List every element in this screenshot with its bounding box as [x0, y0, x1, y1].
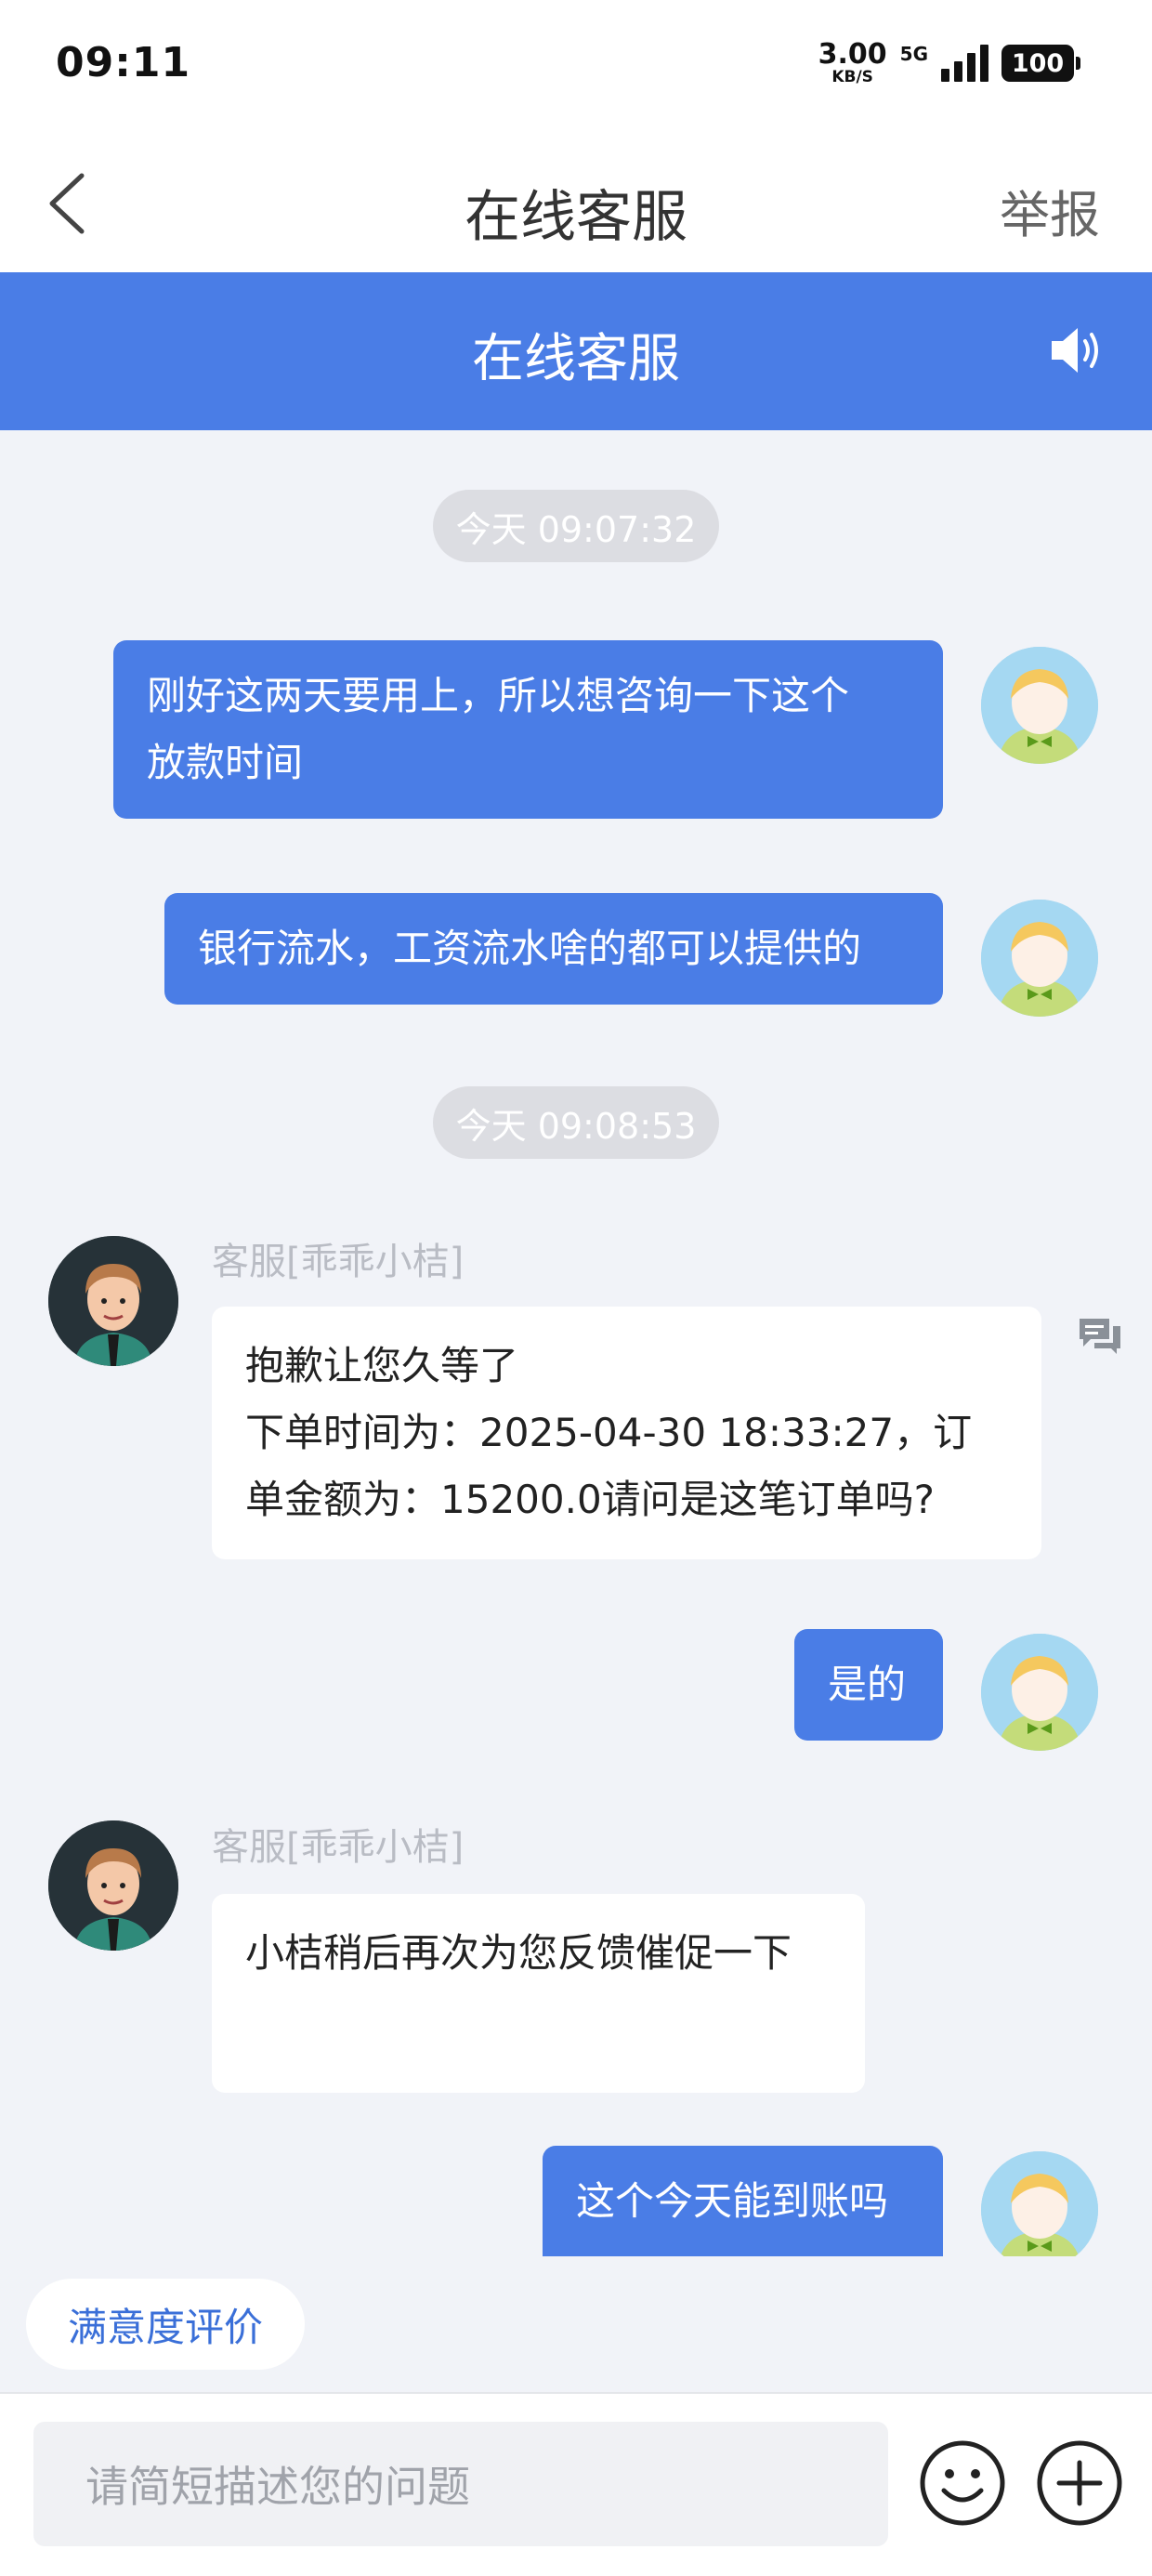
message-line: 抱歉让您久等了: [245, 1343, 519, 1388]
nav-bar: 在线客服 举报: [0, 135, 1152, 272]
agent-message-bubble: 小桔稍后再次为您反馈催促一下: [212, 1894, 865, 2093]
user-avatar-icon: [981, 647, 1098, 764]
agent-avatar-icon: [48, 1236, 178, 1366]
message-line: 银行流水，工资流水啥的都可以提供的: [198, 926, 862, 971]
user-avatar[interactable]: [981, 1634, 1098, 1751]
report-button[interactable]: 举报: [1000, 174, 1100, 247]
agent-name-label: 客服[乖乖小桔]: [212, 1241, 465, 1283]
signal-icon: [941, 45, 988, 82]
message-line: 刚好这两天要用上，所以想咨询一下这个: [147, 673, 850, 718]
network-speed-unit: KB/S: [831, 68, 873, 86]
user-message-bubble: 这个今天能到账吗: [543, 2146, 943, 2256]
plus-circle-icon: [1037, 2440, 1122, 2526]
speaker-button[interactable]: [1046, 322, 1104, 378]
message-list[interactable]: 今天 09:07:32 刚好这两天要用上，所以想咨询一下这个 放款时间 银行流水…: [0, 430, 1152, 2256]
chat-bubbles-button[interactable]: [1076, 1315, 1124, 1358]
message-line: 单金额为：15200.0请问是这笔订单吗?: [245, 1477, 935, 1522]
user-avatar-icon: [981, 900, 1098, 1017]
emoji-button[interactable]: [918, 2438, 1007, 2528]
message-input[interactable]: 请简短描述您的问题: [33, 2422, 888, 2546]
battery-icon: 100: [1001, 45, 1080, 82]
battery-level: 100: [1011, 48, 1065, 78]
message-line: 这个今天能到账吗: [576, 2178, 889, 2224]
agent-message-bubble: 抱歉让您久等了 下单时间为：2025-04-30 18:33:27，订 单金额为…: [212, 1307, 1041, 1559]
status-time: 09:11: [56, 39, 191, 86]
satisfaction-rating-button[interactable]: 满意度评价: [26, 2279, 305, 2370]
user-message-bubble: 刚好这两天要用上，所以想咨询一下这个 放款时间: [113, 640, 943, 819]
smile-icon: [920, 2440, 1005, 2526]
agent-avatar-icon: [48, 1820, 178, 1951]
chat-header-title: 在线客服: [472, 329, 680, 389]
chat-header: 在线客服: [0, 272, 1152, 430]
network-speed-value: 3.00: [818, 38, 887, 71]
network-type: 5G: [899, 43, 928, 65]
timestamp-pill: 今天 09:08:53: [433, 1086, 719, 1159]
plus-button[interactable]: [1035, 2438, 1124, 2528]
message-line: 小桔稍后再次为您反馈催促一下: [245, 1930, 792, 1976]
page-title: 在线客服: [465, 185, 687, 250]
user-avatar-icon: [981, 1634, 1098, 1751]
agent-avatar[interactable]: [48, 1820, 178, 1951]
user-avatar[interactable]: [981, 900, 1098, 1017]
user-avatar[interactable]: [981, 647, 1098, 764]
agent-avatar[interactable]: [48, 1236, 178, 1366]
message-line: 下单时间为：2025-04-30 18:33:27，订: [245, 1410, 973, 1455]
status-indicators: 3.00 KB/S 5G 100: [818, 41, 1080, 85]
timestamp-pill: 今天 09:07:32: [433, 490, 719, 562]
user-avatar[interactable]: [981, 2151, 1098, 2256]
network-speed: 3.00 KB/S: [818, 41, 887, 85]
user-message-bubble: 银行流水，工资流水啥的都可以提供的: [164, 893, 943, 1005]
agent-name-label: 客服[乖乖小桔]: [212, 1826, 465, 1869]
status-bar: 09:11 3.00 KB/S 5G 100: [0, 0, 1152, 135]
chat-bubbles-icon: [1080, 1319, 1120, 1354]
user-message-bubble: 是的: [794, 1629, 943, 1741]
speaker-icon: [1052, 328, 1098, 373]
user-avatar-icon: [981, 2151, 1098, 2256]
message-line: 是的: [828, 1662, 907, 1707]
message-line: 放款时间: [147, 740, 304, 785]
input-bar: 请简短描述您的问题: [0, 2392, 1152, 2576]
